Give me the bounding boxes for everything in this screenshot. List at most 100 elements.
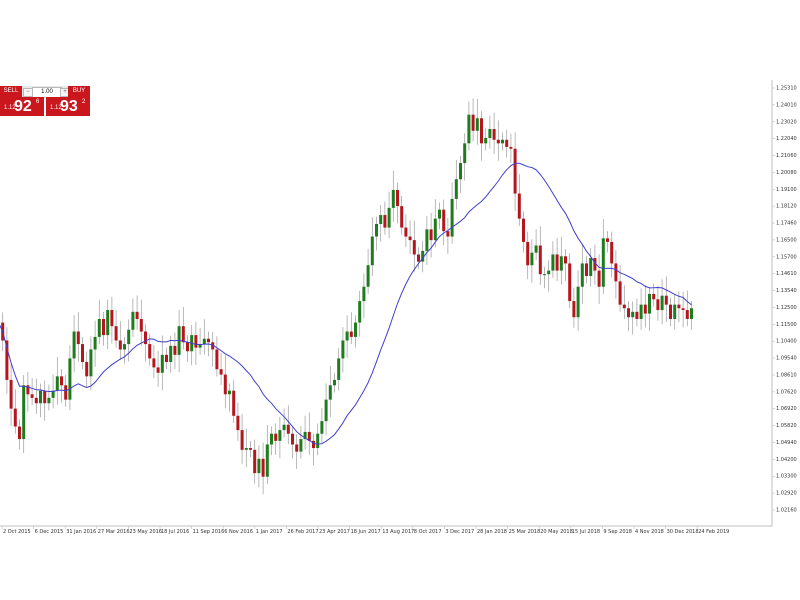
candle-body xyxy=(131,311,135,330)
candle xyxy=(144,324,147,362)
x-tick-label: 6 Dec 2015 xyxy=(35,529,64,535)
candle-body xyxy=(631,311,635,318)
candle xyxy=(324,383,328,436)
buy-price-fraction: 2 xyxy=(82,99,86,105)
y-tick-label: 1.23020 xyxy=(776,119,797,125)
candle-body xyxy=(639,304,643,319)
candle xyxy=(13,389,17,434)
y-tick-label: 1.04940 xyxy=(776,440,797,446)
candle xyxy=(18,419,21,450)
candle xyxy=(202,319,206,355)
candle-body xyxy=(358,301,362,323)
candle xyxy=(614,250,618,299)
candle xyxy=(408,220,412,255)
x-tick-label: 20 May 2018 xyxy=(540,529,573,535)
y-tick-label: 1.03300 xyxy=(776,474,797,480)
x-tick-label: 11 Sep 2016 xyxy=(193,529,225,535)
x-axis-ticks: 2 Oct 2015 6 Dec 2015 31 Jan 2016 27 Mar 20… xyxy=(1,526,729,535)
sell-button[interactable]: SELL xyxy=(0,86,22,97)
y-tick-label: 1.05820 xyxy=(776,423,797,429)
x-tick-label: 27 Mar 2016 xyxy=(98,529,130,535)
candle-body xyxy=(219,369,223,375)
buy-button[interactable]: BUY xyxy=(68,86,90,97)
candle xyxy=(5,327,9,394)
candle xyxy=(236,402,240,441)
candle-body xyxy=(156,367,160,373)
candle xyxy=(660,279,664,325)
candle-body xyxy=(412,240,416,255)
candle xyxy=(354,315,357,348)
candle-body xyxy=(232,390,236,416)
candle-body xyxy=(345,331,349,341)
candle xyxy=(291,426,294,459)
candle-body xyxy=(484,137,488,144)
candle-body xyxy=(68,358,72,400)
candle-body xyxy=(648,293,651,314)
candle xyxy=(72,315,76,373)
y-tick-label: 1.04200 xyxy=(776,457,797,463)
buy-price-box[interactable]: 1.12 93 2 xyxy=(45,97,90,116)
candle xyxy=(610,231,614,278)
candle-body xyxy=(165,354,168,363)
candle xyxy=(366,248,370,294)
candle xyxy=(223,355,227,409)
x-tick-label: 8 Oct 2017 xyxy=(414,529,442,535)
y-tick-label: 1.02160 xyxy=(776,508,797,514)
candle-body xyxy=(379,215,383,225)
candle-body xyxy=(60,376,63,386)
candle-body xyxy=(652,293,656,300)
candle xyxy=(446,217,450,254)
candle xyxy=(190,324,194,366)
candle xyxy=(538,226,542,285)
candle-body xyxy=(102,318,105,336)
candle-body xyxy=(505,139,509,147)
candle xyxy=(270,426,273,456)
candle xyxy=(286,405,290,445)
sell-price-box[interactable]: 1.12 92 6 xyxy=(0,97,44,116)
candle xyxy=(299,425,303,459)
candle xyxy=(165,347,168,370)
candle xyxy=(370,217,374,276)
candle xyxy=(522,211,525,253)
candle xyxy=(26,372,30,412)
x-tick-label: 13 Aug 2017 xyxy=(382,529,414,535)
candle xyxy=(442,199,446,246)
candle xyxy=(589,247,593,287)
candle-body xyxy=(517,193,521,219)
candle-body xyxy=(404,227,408,237)
candle xyxy=(139,299,143,346)
candle xyxy=(396,182,399,224)
candle-body xyxy=(22,385,26,440)
candle-body xyxy=(341,340,345,359)
candle xyxy=(349,312,353,345)
candle xyxy=(211,332,215,367)
candle-body xyxy=(123,344,126,350)
candle xyxy=(9,363,13,426)
candle xyxy=(328,365,332,418)
candle-body xyxy=(690,308,693,319)
candle xyxy=(265,425,269,484)
x-tick-label: 18 Jun 2017 xyxy=(351,529,381,535)
candle-body xyxy=(589,258,593,276)
candle-body xyxy=(459,163,462,180)
candle xyxy=(320,407,324,445)
candle xyxy=(379,204,383,242)
candle-body xyxy=(139,318,143,332)
x-tick-label: 23 May 2016 xyxy=(129,529,162,535)
y-tick-label: 1.18120 xyxy=(776,204,797,210)
y-tick-label: 1.02920 xyxy=(776,491,797,497)
y-tick-label: 1.07620 xyxy=(776,389,797,395)
candle-body xyxy=(215,349,219,370)
candle xyxy=(685,290,689,327)
candle xyxy=(30,377,34,406)
candle-body xyxy=(526,241,530,266)
candle-body xyxy=(282,424,286,431)
candle xyxy=(312,433,315,466)
candle-body xyxy=(312,440,315,449)
candle xyxy=(580,244,584,305)
y-tick-label: 1.20080 xyxy=(776,170,797,176)
candle xyxy=(135,295,139,330)
y-tick-label: 1.24010 xyxy=(776,102,797,108)
candle-body xyxy=(601,238,605,287)
candle-body xyxy=(513,148,517,194)
